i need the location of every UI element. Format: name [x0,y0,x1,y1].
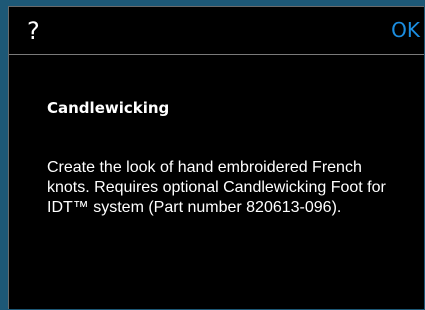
dialog-description: Create the look of hand embroidered Fren… [47,159,386,216]
dialog-header: ? OK [9,7,424,55]
dialog-title: Candlewicking [47,99,170,117]
help-dialog: ? OK Candlewicking Create the look of ha… [8,6,424,309]
ok-button[interactable]: OK [391,18,420,42]
question-mark-icon[interactable]: ? [27,19,40,43]
screen-frame: ? OK Candlewicking Create the look of ha… [0,0,425,310]
